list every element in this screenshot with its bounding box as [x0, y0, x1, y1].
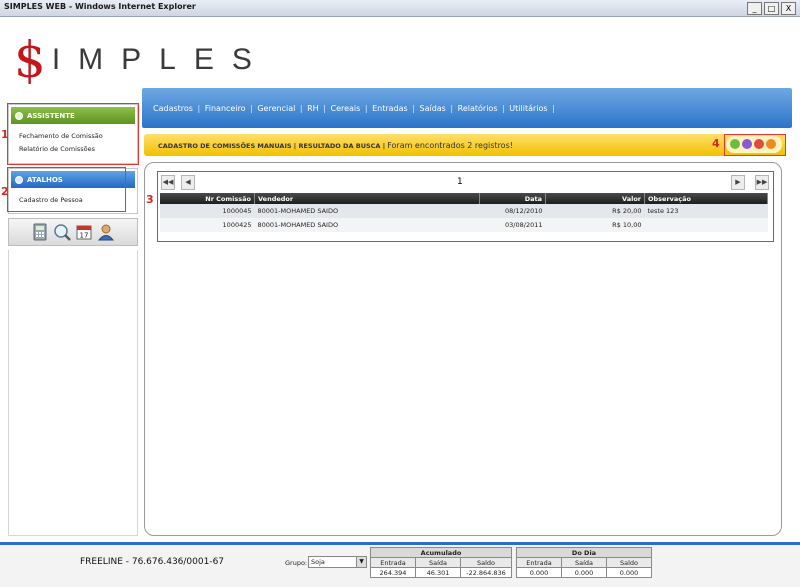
- menu-cereais[interactable]: Cereais: [330, 104, 360, 113]
- annotation-box-4: [724, 134, 786, 156]
- acumulado-label-saldo: Saldo: [460, 557, 512, 568]
- annotation-box-1: [7, 103, 139, 165]
- window-controls: _ □ X: [747, 2, 796, 15]
- acumulado-title: Acumulado: [370, 547, 512, 558]
- app-logo: $ IMPLES: [14, 30, 270, 85]
- menu-utilitarios[interactable]: Utilitários: [509, 104, 547, 113]
- window-titlebar: SIMPLES WEB - Windows Internet Explorer …: [0, 0, 800, 17]
- main-nav: Cadastros | Financeiro | Gerencial | RH …: [142, 88, 792, 128]
- result-header-title: CADASTRO DE COMISSÕES MANUAIS | RESULTAD…: [158, 142, 386, 150]
- annotation-box-3: [157, 171, 774, 242]
- sidebar-frame: [8, 250, 138, 536]
- acumulado-totals: Acumulado Entrada Saída Saldo 264.394 46…: [370, 547, 512, 578]
- result-header-text: CADASTRO DE COMISSÕES MANUAIS | RESULTAD…: [158, 141, 513, 150]
- menu-cadastros[interactable]: Cadastros: [153, 104, 193, 113]
- menu-relatorios[interactable]: Relatórios: [458, 104, 498, 113]
- calculator-icon[interactable]: [31, 223, 49, 241]
- user-icon[interactable]: [97, 223, 115, 241]
- acumulado-value-entrada: 264.394: [370, 567, 416, 578]
- grupo-select-value: Soja: [311, 558, 325, 566]
- menu-saidas[interactable]: Saídas: [420, 104, 446, 113]
- menu-rh[interactable]: RH: [307, 104, 319, 113]
- menu-financeiro[interactable]: Financeiro: [205, 104, 246, 113]
- minimize-button[interactable]: _: [747, 2, 762, 15]
- company-info: FREELINE - 76.676.436/0001-67: [80, 557, 225, 567]
- do-dia-value-saida: 0.000: [561, 567, 607, 578]
- logo-dollar: $: [14, 31, 46, 89]
- do-dia-title: Do Dia: [516, 547, 652, 558]
- logo-text: IMPLES: [51, 43, 270, 76]
- annotation-box-2: [7, 167, 126, 212]
- result-header-bar: CADASTRO DE COMISSÕES MANUAIS | RESULTAD…: [144, 134, 786, 156]
- menu-bar: Cadastros | Financeiro | Gerencial | RH …: [153, 104, 555, 113]
- do-dia-value-saldo: 0.000: [606, 567, 652, 578]
- do-dia-value-entrada: 0.000: [516, 567, 562, 578]
- acumulado-label-saida: Saída: [415, 557, 461, 568]
- annotation-number-1: 1: [1, 128, 9, 141]
- do-dia-label-saldo: Saldo: [606, 557, 652, 568]
- status-footer: FREELINE - 76.676.436/0001-67 Grupo: Soj…: [0, 545, 800, 587]
- do-dia-label-saida: Saída: [561, 557, 607, 568]
- menu-entradas[interactable]: Entradas: [372, 104, 408, 113]
- grupo-select[interactable]: Soja ▼: [308, 556, 367, 568]
- annotation-number-4: 4: [712, 137, 720, 150]
- magnifier-icon[interactable]: [53, 223, 71, 241]
- do-dia-totals: Do Dia Entrada Saída Saldo 0.000 0.000 0…: [516, 547, 652, 578]
- close-button[interactable]: X: [781, 2, 796, 15]
- maximize-button[interactable]: □: [764, 2, 779, 15]
- do-dia-label-entrada: Entrada: [516, 557, 562, 568]
- annotation-number-3: 3: [146, 193, 154, 206]
- grupo-label: Grupo:: [285, 559, 308, 567]
- window-title: SIMPLES WEB - Windows Internet Explorer: [4, 2, 196, 11]
- svg-text:17: 17: [80, 232, 89, 240]
- acumulado-label-entrada: Entrada: [370, 557, 416, 568]
- calendar-icon[interactable]: 17: [75, 223, 93, 241]
- menu-gerencial[interactable]: Gerencial: [257, 104, 295, 113]
- result-count-message: Foram encontrados 2 registros!: [387, 141, 513, 150]
- annotation-number-2: 2: [1, 185, 9, 198]
- acumulado-value-saldo: -22.864.836: [460, 567, 512, 578]
- chevron-down-icon[interactable]: ▼: [356, 557, 366, 567]
- shortcut-icon-bar: 17: [8, 218, 138, 246]
- acumulado-value-saida: 46.301: [415, 567, 461, 578]
